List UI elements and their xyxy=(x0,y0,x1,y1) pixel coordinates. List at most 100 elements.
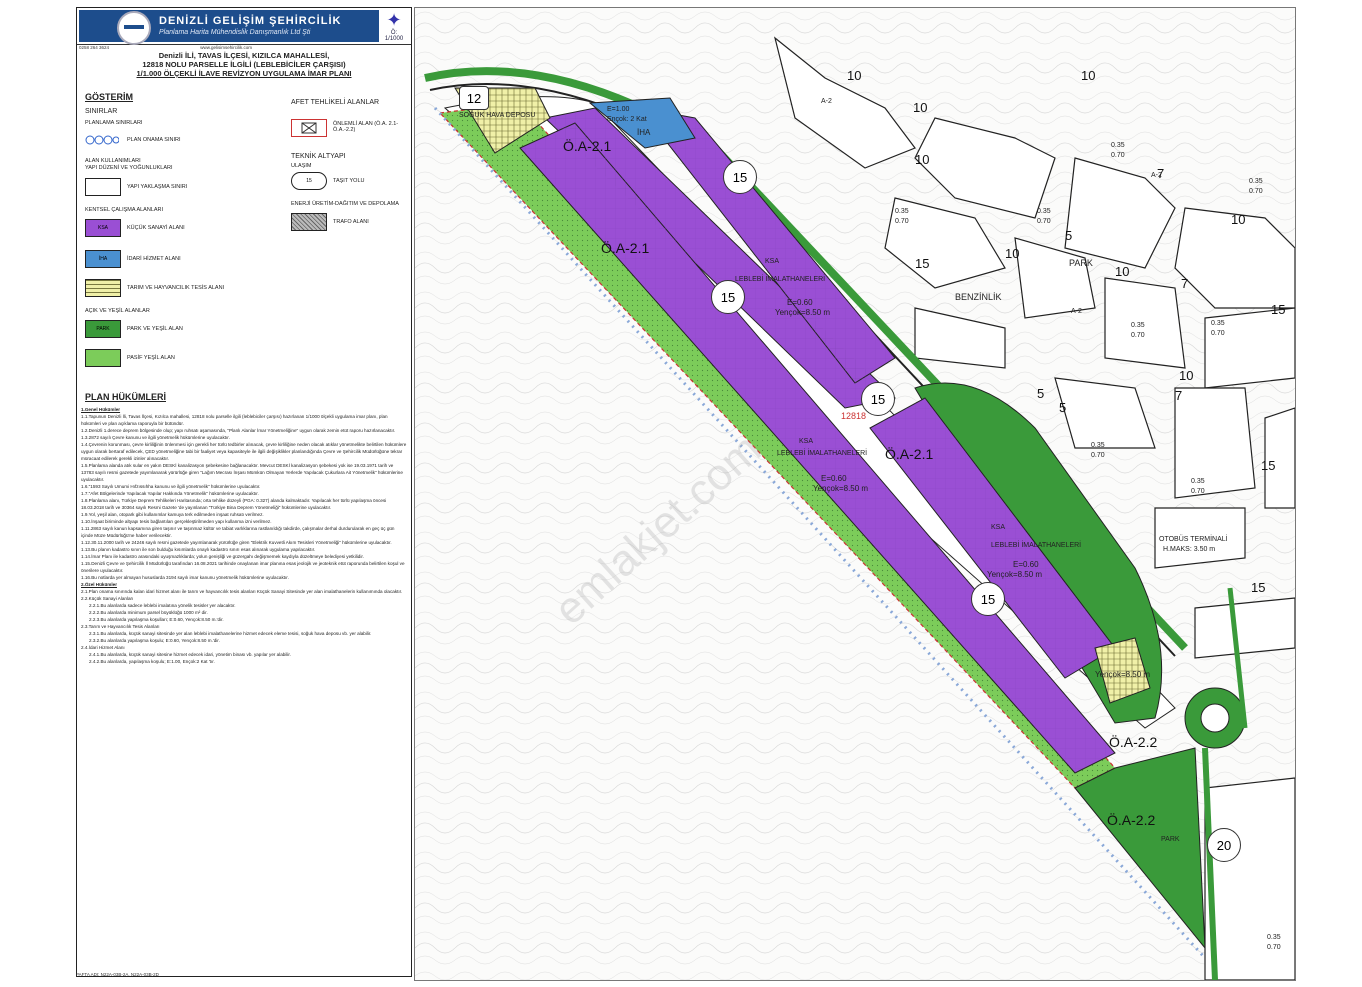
zone-label: Ö.A-2.1 xyxy=(885,446,934,462)
trafo-swatch xyxy=(291,213,327,231)
plan-boundary-swatch xyxy=(85,132,119,148)
special-rule-item: 2.2.1.Bu alanlarda sadece leblebi imalat… xyxy=(89,603,236,608)
legend-planlama-sinirlari: PLANLAMA SINIRLARI xyxy=(85,120,143,126)
legend-alan-kullanimlari: ALAN KULLANIMLARI xyxy=(85,158,141,164)
special-rule-item: 2.3.2.Bu alanlarda yapılaşma koşulu; E:0… xyxy=(89,638,220,643)
rule-item: 1.2.Denizli 1.derece deprem bölgesinde o… xyxy=(81,428,396,433)
zoning-code: A-2 xyxy=(821,98,832,105)
ratio-label: 0.70 xyxy=(1091,452,1105,459)
iha-swatch: İHA xyxy=(85,250,121,268)
phone: 0258 264 3624 xyxy=(79,45,110,50)
ratio-label: 0.70 xyxy=(1267,944,1281,951)
road-width-badge: 15 xyxy=(711,280,745,314)
legend-pasif: PASİF YEŞİL ALAN xyxy=(127,355,175,361)
rule-item: 1.1.Tapunun Denizli İli, Tavas İlçesi, K… xyxy=(81,414,388,426)
rule-item: 1.3.2872 sayılı Çevre kanunu ve ilgili y… xyxy=(81,435,230,440)
block-number: 10 xyxy=(1081,68,1096,83)
iha-condition: E=1.00 xyxy=(607,106,630,113)
special-rule-item: 2.2.Küçük Sanayi Alanları xyxy=(81,596,134,601)
road-width-badge: 15 xyxy=(723,160,757,194)
special-rule-item: 2.4.İdari Hizmet Alanı xyxy=(81,645,125,650)
block-number: 10 xyxy=(1231,212,1246,227)
block-number: 10 xyxy=(1179,368,1194,383)
special-rule-item: 2.3.Tarım ve Hayvancılık Tesis Alanları xyxy=(81,624,160,629)
onlemli-swatch xyxy=(291,119,327,137)
legend-teknik: TEKNİK ALTYAPI xyxy=(291,153,346,160)
density-label: E=0.60 xyxy=(1013,560,1039,569)
tarim-swatch xyxy=(85,279,121,297)
special-rule-item: 2.1.Plan onama sınırında kalan idari hiz… xyxy=(81,589,403,594)
park-label: PARK xyxy=(1069,258,1093,268)
special-rule-item: 2.2.3.Bu alanlarda yapılaşma koşulları; … xyxy=(89,617,224,622)
iha-tag: İHA xyxy=(637,128,651,137)
legend-ulasim: ULAŞIM xyxy=(291,163,312,169)
sheet-footer: PAFTA ADI: N22A-03B-2A, N22A-03B-2D xyxy=(76,972,159,977)
legend-idari: İDARİ HİZMET ALANI xyxy=(127,256,181,262)
ratio-label: 0.70 xyxy=(895,218,909,225)
ratio-label: 0.35 xyxy=(1131,322,1145,329)
road-width-badge: 20 xyxy=(1207,828,1241,862)
rule-item: 1.14.İmar Planı ile kadastro arasındaki … xyxy=(81,554,364,559)
legend-acik-yesil: AÇIK VE YEŞİL ALANLAR xyxy=(85,308,150,314)
logo-banner: DENİZLİ GELİŞİM ŞEHİRCİLİK Planlama Hari… xyxy=(79,10,379,45)
ratio-label: 0.70 xyxy=(1037,218,1051,225)
benzinlik-label: BENZİNLİK xyxy=(955,292,1002,302)
title-line-2: 12818 NOLU PARSELLE İLGİLİ (LEBLEBİCİLER… xyxy=(142,60,346,69)
legend-plan-onama: PLAN ONAMA SINIRI xyxy=(127,137,181,143)
height-label: Yençok=8.50 m xyxy=(775,308,831,317)
legend-trafo: TRAFO ALANI xyxy=(333,219,369,225)
ksa-swatch: KSA xyxy=(85,219,121,237)
ratio-label: 0.35 xyxy=(1091,442,1105,449)
special-rule-item: 2.3.1.Bu alanlarda, küçük sanayi sitesin… xyxy=(89,631,372,636)
ratio-label: 0.70 xyxy=(1191,488,1205,495)
special-rule-item: 2.4.1.Bu alanlarda, küçük sanayi sitesin… xyxy=(89,652,291,657)
general-rules-heading: 1.Genel Hükümler xyxy=(81,407,121,412)
road-width-swatch-label: 15 xyxy=(306,178,312,184)
legend-kentsel: KENTSEL ÇALIŞMA ALANLARI xyxy=(85,207,164,213)
company-name: DENİZLİ GELİŞİM ŞEHİRCİLİK xyxy=(159,15,342,27)
legend-tarim: TARIM VE HAYVANCILIK TESİS ALANI xyxy=(127,285,225,291)
density-label: E=0.60 xyxy=(787,298,813,307)
tarim-label: SOĞUK HAVA DEPOSU xyxy=(459,112,536,119)
map-drawing xyxy=(415,8,1295,980)
ratio-label: 0.35 xyxy=(895,208,909,215)
rule-item: 1.15.Denizli Çevre ve Şehircilik İl Müdü… xyxy=(81,561,405,573)
bus-terminal-height: H.MAKS: 3.50 m xyxy=(1163,546,1216,553)
special-rules-heading: 2.Özel Hükümler xyxy=(81,582,117,587)
block-number: 15 xyxy=(915,256,930,271)
tarim-condition: Yençok=8.50 m xyxy=(1095,670,1151,679)
special-rule-item: 2.2.2.Bu alanlarda minimum parsel büyükl… xyxy=(89,610,208,615)
ratio-label: 0.35 xyxy=(1037,208,1051,215)
legend-yapi-yaklasma: YAPI YAKLAŞMA SINIRI xyxy=(127,184,188,190)
parcel-number: 12818 xyxy=(841,411,867,421)
zoning-map[interactable]: Ö.A-2.1 Ö.A-2.1 Ö.A-2.1 Ö.A-2.2 Ö.A-2.2 … xyxy=(414,7,1296,981)
website: www.gelisimsehircilik.com xyxy=(200,45,253,50)
legend-tasit: TAŞIT YOLU xyxy=(333,178,365,184)
scale-label: Ö: 1/1000 xyxy=(384,30,404,42)
contact-line: 0258 264 3624 www.gelisimsehircilik.com xyxy=(79,45,409,50)
rule-item: 1.11.2863 sayılı kanun kapsamına giren t… xyxy=(81,526,395,538)
ratio-label: 0.35 xyxy=(1191,478,1205,485)
plan-sheet: DENİZLİ GELİŞİM ŞEHİRCİLİK Planlama Hari… xyxy=(0,0,1362,987)
height-label: Yençok=8.50 m xyxy=(813,484,869,493)
company-logo-icon xyxy=(117,11,151,45)
ratio-label: 0.70 xyxy=(1249,188,1263,195)
block-number: 5 xyxy=(1037,386,1045,401)
iha-condition-2: Ençok: 2 Kat xyxy=(607,116,647,123)
ratio-label: 0.70 xyxy=(1211,330,1225,337)
iha-swatch-label: İHA xyxy=(98,256,108,262)
block-number: 10 xyxy=(847,68,862,83)
bus-terminal-label: OTOBÜS TERMİNALİ xyxy=(1159,536,1228,543)
ratio-label: 0.35 xyxy=(1211,320,1225,327)
company-header: DENİZLİ GELİŞİM ŞEHİRCİLİK Planlama Hari… xyxy=(77,8,411,45)
block-number: 15 xyxy=(1271,302,1286,317)
rule-item: 1.16.Bu notlarda yer almayan hususlarda … xyxy=(81,575,289,580)
block-number: 5 xyxy=(1059,400,1067,415)
company-subtitle: Planlama Harita Mühendislik Danışmanlık … xyxy=(159,29,311,36)
plan-rules-heading: PLAN HÜKÜMLERİ xyxy=(85,392,166,402)
legend-onlemli: ÖNLEMLİ ALAN (Ö.A. 2.1- Ö.A.-2.2) xyxy=(333,121,399,133)
ratio-label: 0.35 xyxy=(1111,142,1125,149)
legend-park: PARK VE YEŞİL ALAN xyxy=(127,326,183,332)
zoning-code: A-2 xyxy=(1071,308,1082,315)
title-line-3: 1/1.000 ÖLÇEKLİ İLAVE REVİZYON UYGULAMA … xyxy=(136,69,352,78)
